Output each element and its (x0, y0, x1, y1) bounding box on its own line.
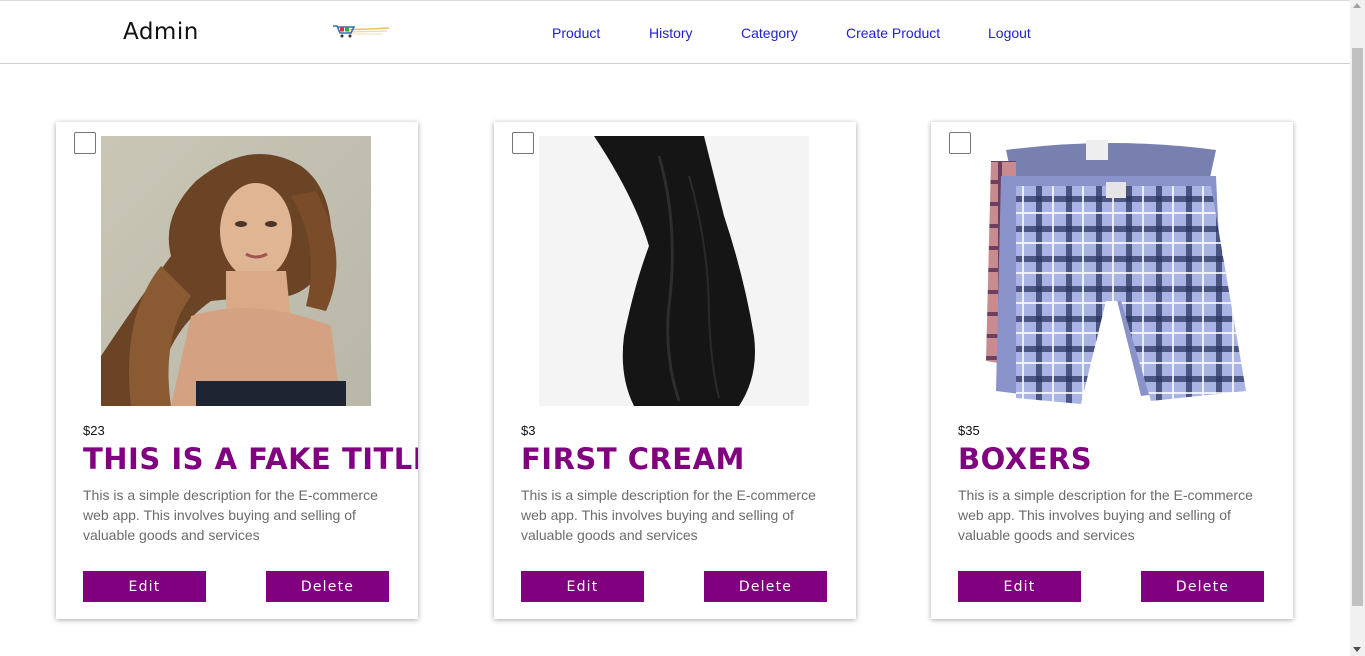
product-description: This is a simple description for the E-c… (958, 487, 1253, 543)
top-navbar: Admin Product History Category Create Pr… (0, 0, 1350, 64)
product-card: $23 THIS IS A FAKE TITLE This is a simpl… (56, 122, 418, 619)
delete-button[interactable]: Delete (266, 571, 389, 602)
nav-create-product[interactable]: Create Product (846, 25, 940, 41)
select-checkbox[interactable] (949, 132, 971, 154)
edit-button[interactable]: Edit (83, 571, 206, 602)
nav-logout[interactable]: Logout (988, 25, 1031, 41)
nav-history[interactable]: History (649, 25, 693, 41)
edit-button[interactable]: Edit (958, 571, 1081, 602)
product-price: $23 (83, 423, 105, 438)
scroll-thumb[interactable] (1352, 48, 1363, 606)
delete-button[interactable]: Delete (1141, 571, 1264, 602)
select-checkbox[interactable] (74, 132, 96, 154)
product-price: $35 (958, 423, 980, 438)
edit-button[interactable]: Edit (521, 571, 644, 602)
product-image (976, 136, 1246, 406)
product-title: BOXERS (958, 442, 1093, 476)
nav-category[interactable]: Category (741, 25, 798, 41)
product-description: This is a simple description for the E-c… (521, 487, 816, 543)
product-card: $3 FIRST CREAM This is a simple descript… (494, 122, 856, 619)
scroll-up-arrow-icon[interactable] (1353, 3, 1361, 8)
delete-button[interactable]: Delete (704, 571, 827, 602)
shopping-cart-logo-icon[interactable] (331, 21, 391, 39)
scroll-down-arrow-icon[interactable] (1353, 647, 1361, 652)
product-image (101, 136, 371, 406)
product-card: $35 BOXERS This is a simple description … (931, 122, 1293, 619)
product-image (539, 136, 809, 406)
product-title: FIRST CREAM (521, 442, 745, 476)
product-title: THIS IS A FAKE TITLE (83, 442, 418, 476)
product-price: $3 (521, 423, 536, 438)
vertical-scrollbar[interactable] (1350, 0, 1365, 656)
product-description: This is a simple description for the E-c… (83, 487, 378, 543)
nav-product[interactable]: Product (552, 25, 600, 41)
brand-title[interactable]: Admin (123, 19, 199, 45)
select-checkbox[interactable] (512, 132, 534, 154)
